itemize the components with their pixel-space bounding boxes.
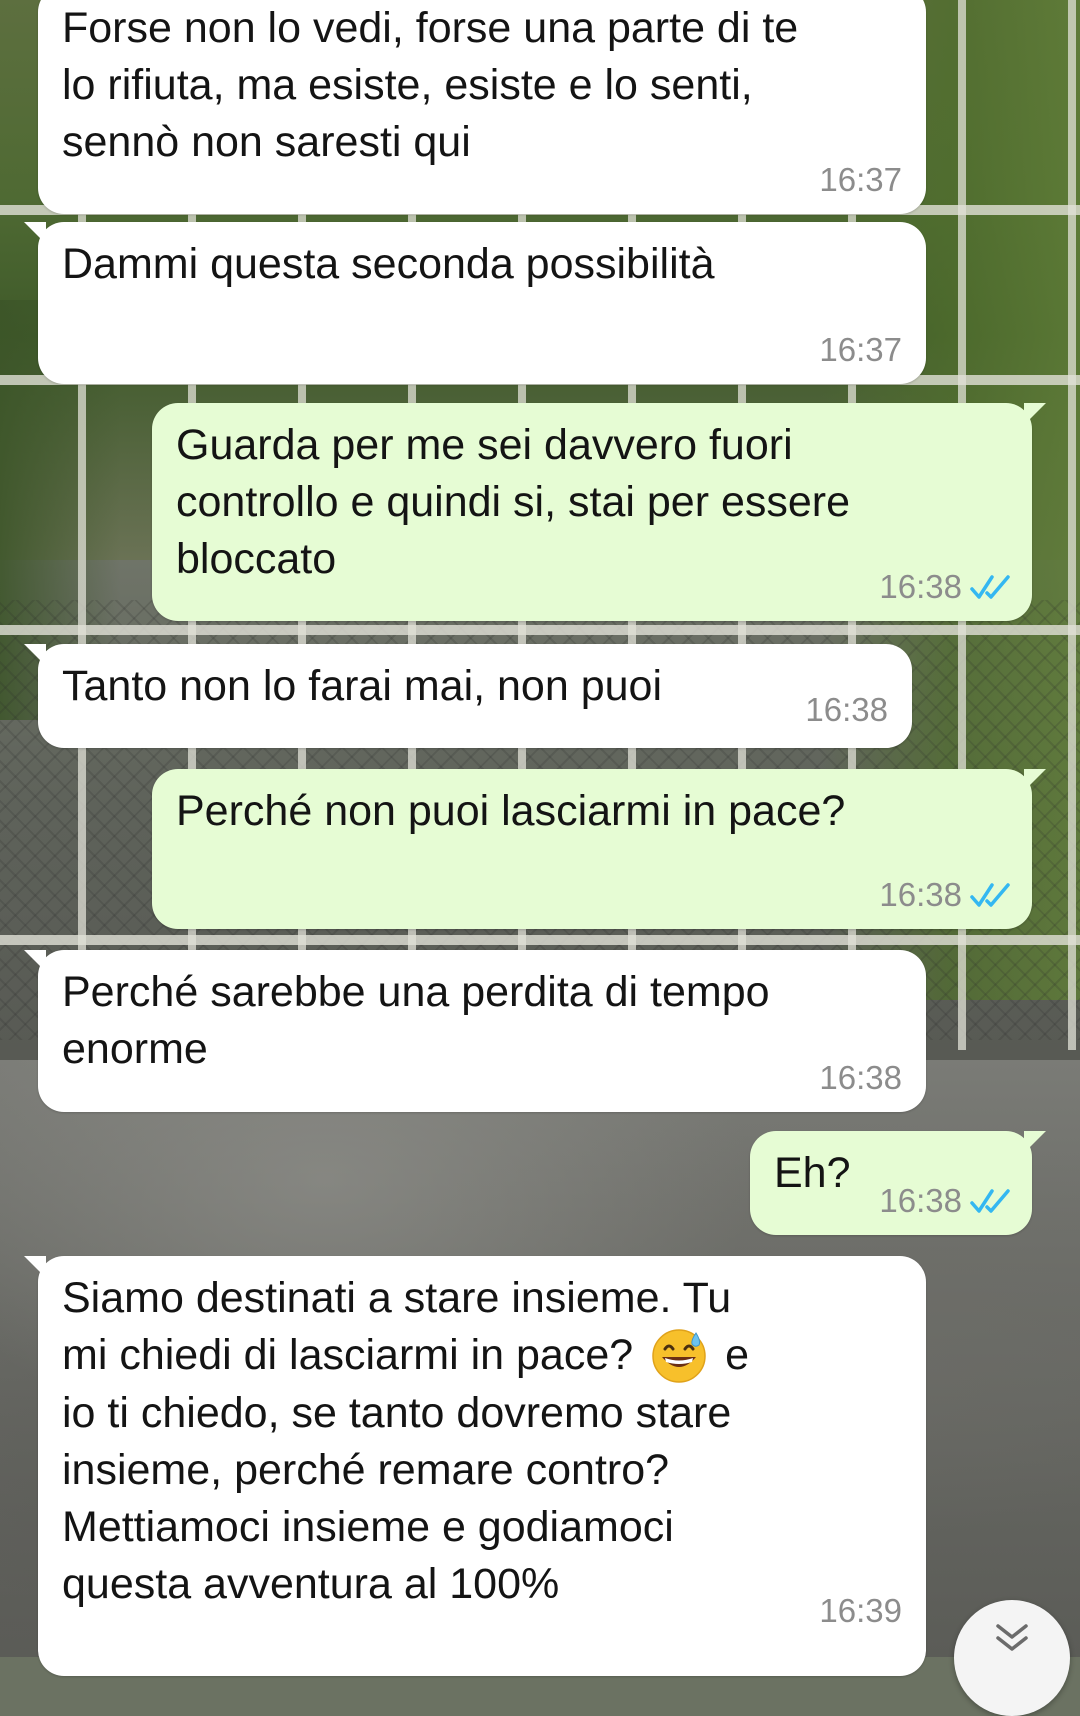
double-check-icon [970, 1189, 1010, 1213]
message-text-part: Siamo destinati a stare insieme. Tu mi c… [62, 1274, 732, 1379]
bubble-tail [24, 950, 46, 972]
message-time: 16:38 [819, 1059, 902, 1096]
message-list[interactable]: Forse non lo vedi, forse una parte di te… [0, 0, 1080, 1716]
chevron-double-down-icon [996, 1624, 1028, 1651]
message-time: 16:37 [819, 161, 902, 198]
message-meta: 16:38 [805, 692, 888, 728]
bubble-tail [1024, 1131, 1046, 1153]
message-incoming[interactable]: Perché sarebbe una perdita di tempo enor… [24, 950, 926, 1112]
message-meta: 16:38 [879, 569, 1012, 605]
message-text: Guarda per me sei davvero fuori controll… [176, 421, 851, 583]
message-meta: 16:39 [819, 1593, 902, 1629]
message-meta: 16:38 [879, 1183, 1012, 1219]
message-text: Perché non puoi lasciarmi in pace? [176, 787, 846, 835]
bubble-tail [24, 644, 46, 666]
bubble-tail [1024, 403, 1046, 425]
message-time: 16:39 [819, 1592, 902, 1629]
message-time: 16:38 [879, 568, 962, 605]
bubble-tail [24, 1256, 46, 1278]
message-meta: 16:37 [819, 162, 902, 198]
message-time: 16:38 [805, 691, 888, 728]
scroll-to-bottom-button[interactable] [954, 1600, 1070, 1716]
message-outgoing[interactable]: Perché non puoi lasciarmi in pace? 16:38 [152, 769, 1046, 929]
message-time: 16:37 [819, 331, 902, 368]
message-outgoing[interactable]: Eh? 16:38 [750, 1131, 1046, 1235]
bubble-tail [24, 222, 46, 244]
grinning-face-with-sweat-icon [652, 1328, 706, 1383]
message-text: Perché sarebbe una perdita di tempo enor… [62, 968, 770, 1073]
message-time: 16:38 [879, 876, 962, 913]
message-text: Siamo destinati a stare insieme. Tu mi c… [62, 1270, 902, 1613]
message-meta: 16:37 [819, 332, 902, 368]
message-outgoing[interactable]: Guarda per me sei davvero fuori controll… [152, 403, 1046, 621]
message-incoming[interactable]: Dammi questa seconda possibilità 16:37 [24, 222, 926, 384]
double-check-icon [970, 883, 1010, 907]
message-time: 16:38 [879, 1182, 962, 1219]
message-meta: 16:38 [819, 1060, 902, 1096]
message-text: Dammi questa seconda possibilità [62, 240, 715, 288]
message-meta: 16:38 [879, 877, 1012, 913]
message-text: Forse non lo vedi, forse una parte di te… [62, 4, 799, 166]
bubble-tail [1024, 769, 1046, 791]
message-incoming[interactable]: Forse non lo vedi, forse una parte di te… [38, 0, 926, 214]
message-text: Tanto non lo farai mai, non puoi [62, 662, 663, 710]
double-check-icon [970, 575, 1010, 599]
message-incoming[interactable]: Siamo destinati a stare insieme. Tu mi c… [24, 1256, 926, 1676]
message-incoming[interactable]: Tanto non lo farai mai, non puoi 16:38 [24, 644, 912, 748]
